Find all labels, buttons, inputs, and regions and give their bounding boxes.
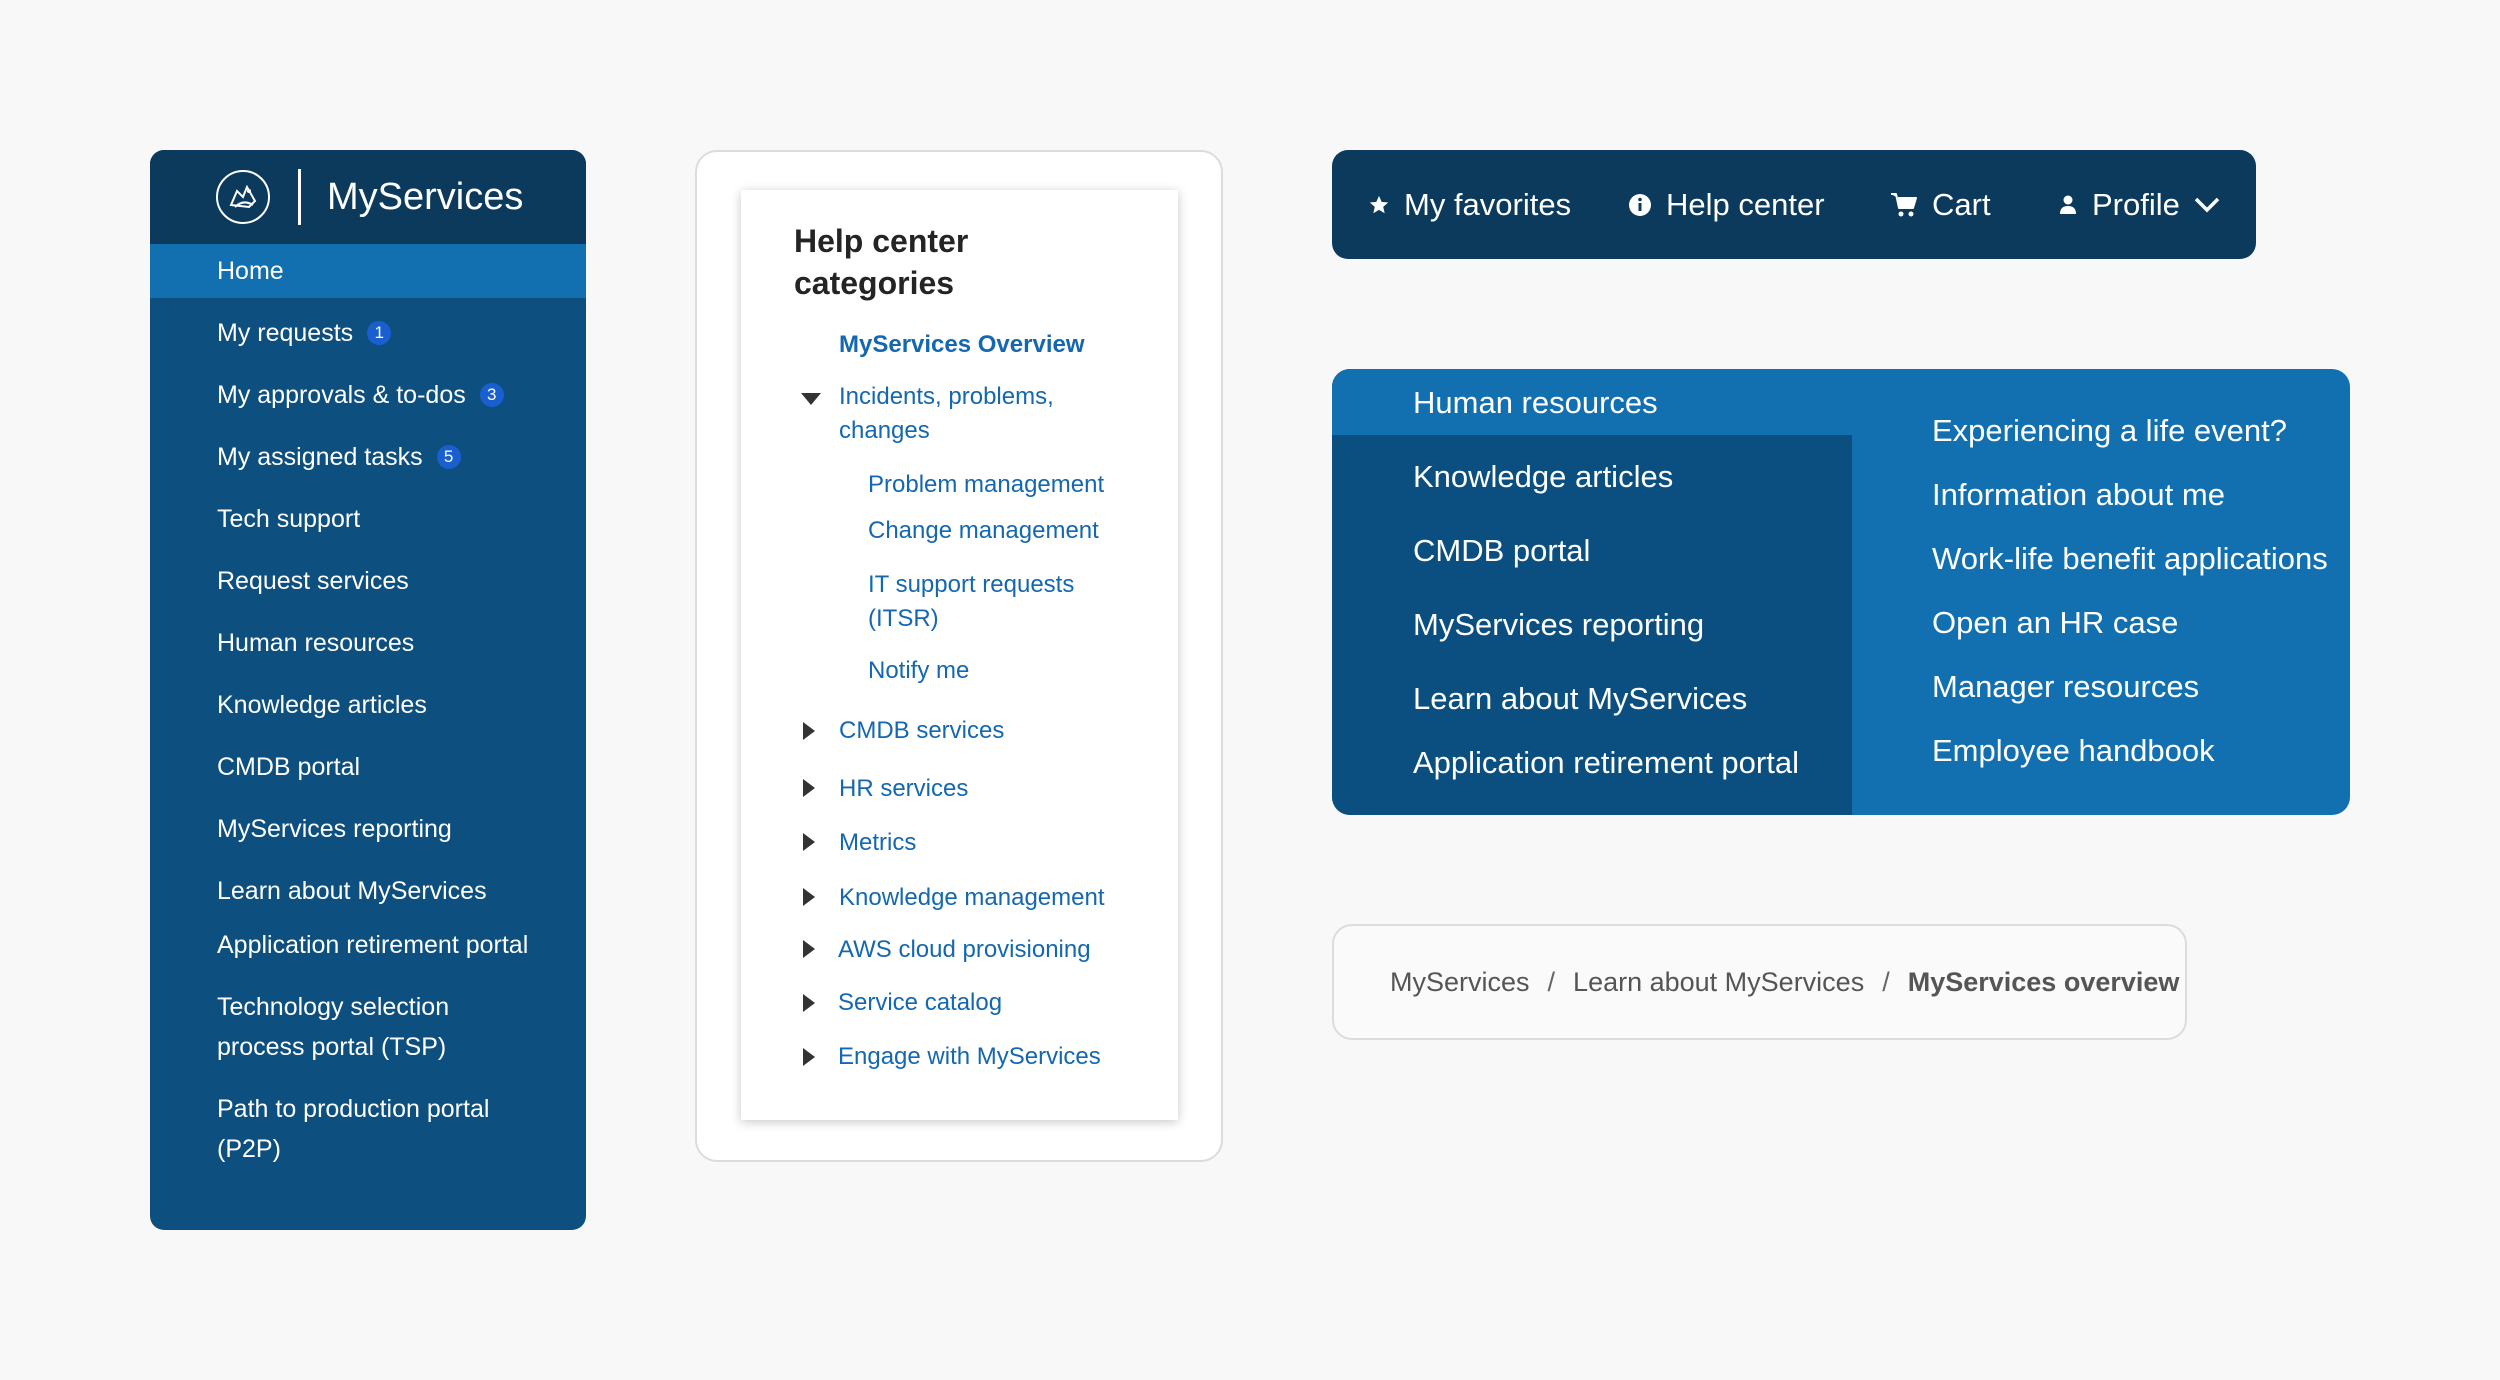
- caret-right-icon[interactable]: [803, 1048, 815, 1066]
- menu-item-cmdb-portal[interactable]: CMDB portal: [1413, 531, 1590, 571]
- sidebar-item-label: My assigned tasks: [217, 443, 423, 471]
- info-icon: [1628, 193, 1652, 217]
- sidebar-item-p2p-portal[interactable]: Path to production portal (P2P): [150, 1089, 490, 1169]
- category-cmdb-services[interactable]: CMDB services: [839, 714, 1004, 748]
- top-navigation-bar: My favorites Help center Cart Profile: [1332, 150, 2256, 259]
- count-badge: 5: [436, 445, 461, 469]
- my-favorites-link[interactable]: My favorites: [1368, 150, 1571, 259]
- sidebar-item-application-retirement[interactable]: Application retirement portal: [150, 925, 586, 965]
- sidebar-item-label: Technology selection process portal (TSP…: [217, 993, 450, 1061]
- panel-title: Help center categories: [794, 223, 969, 301]
- category-aws-cloud[interactable]: AWS cloud provisioning: [838, 933, 1091, 967]
- chevron-down-icon: [2194, 197, 2220, 213]
- caret-right-icon[interactable]: [803, 779, 815, 797]
- sidebar-item-label: Home: [217, 257, 284, 285]
- help-center-link[interactable]: Help center: [1628, 150, 1825, 259]
- sidebar-item-my-requests[interactable]: My requests 1: [150, 313, 586, 353]
- submenu-open-hr-case[interactable]: Open an HR case: [1932, 603, 2178, 643]
- sidebar-item-request-services[interactable]: Request services: [150, 561, 586, 601]
- menu-item-human-resources[interactable]: Human resources: [1413, 383, 1658, 423]
- help-center-panel: Help center categories MyServices Overvi…: [741, 190, 1178, 1120]
- sidebar-item-myservices-reporting[interactable]: MyServices reporting: [150, 809, 586, 849]
- subcategory-itsr[interactable]: IT support requests (ITSR): [868, 568, 1108, 636]
- menu-item-reporting[interactable]: MyServices reporting: [1413, 605, 1704, 645]
- category-knowledge-management[interactable]: Knowledge management: [839, 881, 1105, 915]
- breadcrumb-separator: /: [1882, 966, 1890, 997]
- caret-right-icon[interactable]: [803, 888, 815, 906]
- sidebar-item-home[interactable]: Home: [150, 244, 586, 298]
- menu-item-learn-about[interactable]: Learn about MyServices: [1413, 679, 1747, 719]
- category-hr-services[interactable]: HR services: [839, 772, 968, 806]
- logo-icon[interactable]: [216, 170, 270, 224]
- count-badge: 1: [367, 321, 392, 345]
- caret-right-icon[interactable]: [803, 722, 815, 740]
- caret-right-icon[interactable]: [803, 833, 815, 851]
- subcategory-change-management[interactable]: Change management: [868, 514, 1099, 548]
- app-title[interactable]: MyServices: [327, 176, 523, 219]
- overview-link[interactable]: MyServices Overview: [839, 328, 1085, 362]
- star-icon: [1368, 194, 1390, 216]
- sidebar-item-label: Learn about MyServices: [217, 877, 487, 905]
- category-incidents[interactable]: Incidents, problems, changes: [839, 380, 1099, 448]
- caret-right-icon[interactable]: [803, 994, 815, 1012]
- sidebar-item-human-resources[interactable]: Human resources: [150, 623, 586, 663]
- submenu-information-about-me[interactable]: Information about me: [1932, 475, 2225, 515]
- subcategory-notify-me[interactable]: Notify me: [868, 654, 969, 688]
- nav-label: Profile: [2092, 186, 2180, 222]
- submenu-life-event[interactable]: Experiencing a life event?: [1932, 411, 2287, 451]
- submenu-manager-resources[interactable]: Manager resources: [1932, 667, 2199, 707]
- sidebar-item-label: Path to production portal (P2P): [217, 1095, 490, 1163]
- count-badge: 3: [479, 383, 504, 407]
- menu-item-application-retirement[interactable]: Application retirement portal: [1413, 743, 1799, 783]
- sidebar-item-label: Application retirement portal: [217, 931, 529, 959]
- logo-divider: [298, 169, 301, 225]
- breadcrumb-item-myservices[interactable]: MyServices: [1390, 967, 1530, 998]
- profile-menu[interactable]: Profile: [2058, 150, 2220, 259]
- cart-icon: [1890, 192, 1918, 218]
- category-metrics[interactable]: Metrics: [839, 826, 916, 860]
- nav-label: Cart: [1932, 186, 1991, 222]
- sidebar-item-label: MyServices reporting: [217, 815, 452, 843]
- breadcrumb-separator: /: [1547, 966, 1556, 997]
- cart-link[interactable]: Cart: [1890, 150, 1991, 259]
- submenu-work-life-benefits[interactable]: Work-life benefit applications: [1932, 539, 2328, 579]
- breadcrumb-current-page: MyServices overview: [1907, 966, 2180, 997]
- menu-item-knowledge-articles[interactable]: Knowledge articles: [1413, 457, 1673, 497]
- sidebar-item-learn-about[interactable]: Learn about MyServices: [150, 871, 586, 911]
- sidebar-item-label: Tech support: [217, 505, 361, 533]
- nav-label: My favorites: [1404, 186, 1572, 222]
- breadcrumb: MyServices / Learn about MyServices / My…: [1332, 924, 2187, 1040]
- sidebar-item-label: My approvals & to-dos: [217, 381, 466, 409]
- nav-label: Help center: [1666, 186, 1825, 222]
- caret-right-icon[interactable]: [803, 940, 815, 958]
- sidebar-item-tech-support[interactable]: Tech support: [150, 499, 586, 539]
- subcategory-problem-management[interactable]: Problem management: [868, 468, 1104, 502]
- sidebar-item-label: Human resources: [217, 629, 415, 657]
- category-service-catalog[interactable]: Service catalog: [838, 986, 1002, 1020]
- sidebar-item-label: Knowledge articles: [217, 691, 427, 719]
- caret-down-icon[interactable]: [801, 393, 821, 405]
- sidebar-item-my-assigned-tasks[interactable]: My assigned tasks 5: [150, 437, 586, 477]
- person-icon: [2058, 194, 2078, 216]
- sidebar-item-tsp-portal[interactable]: Technology selection process portal (TSP…: [150, 987, 510, 1067]
- breadcrumb-item-learn-about[interactable]: Learn about MyServices: [1573, 967, 1864, 998]
- sidebar-item-my-approvals[interactable]: My approvals & to-dos 3: [150, 375, 586, 415]
- mega-menu-dropdown: Human resources Knowledge articles CMDB …: [1332, 369, 2350, 815]
- sidebar-item-label: CMDB portal: [217, 753, 361, 781]
- category-engage[interactable]: Engage with MyServices: [838, 1040, 1101, 1074]
- sidebar-item-cmdb-portal[interactable]: CMDB portal: [150, 747, 586, 787]
- sidebar-item-label: Request services: [217, 567, 409, 595]
- sidebar-item-knowledge-articles[interactable]: Knowledge articles: [150, 685, 586, 725]
- submenu-employee-handbook[interactable]: Employee handbook: [1932, 731, 2215, 771]
- sidebar-header: MyServices: [150, 150, 586, 244]
- sidebar-item-label: My requests: [217, 319, 354, 347]
- sidebar-nav: MyServices Home My requests 1 My approval…: [150, 150, 586, 1230]
